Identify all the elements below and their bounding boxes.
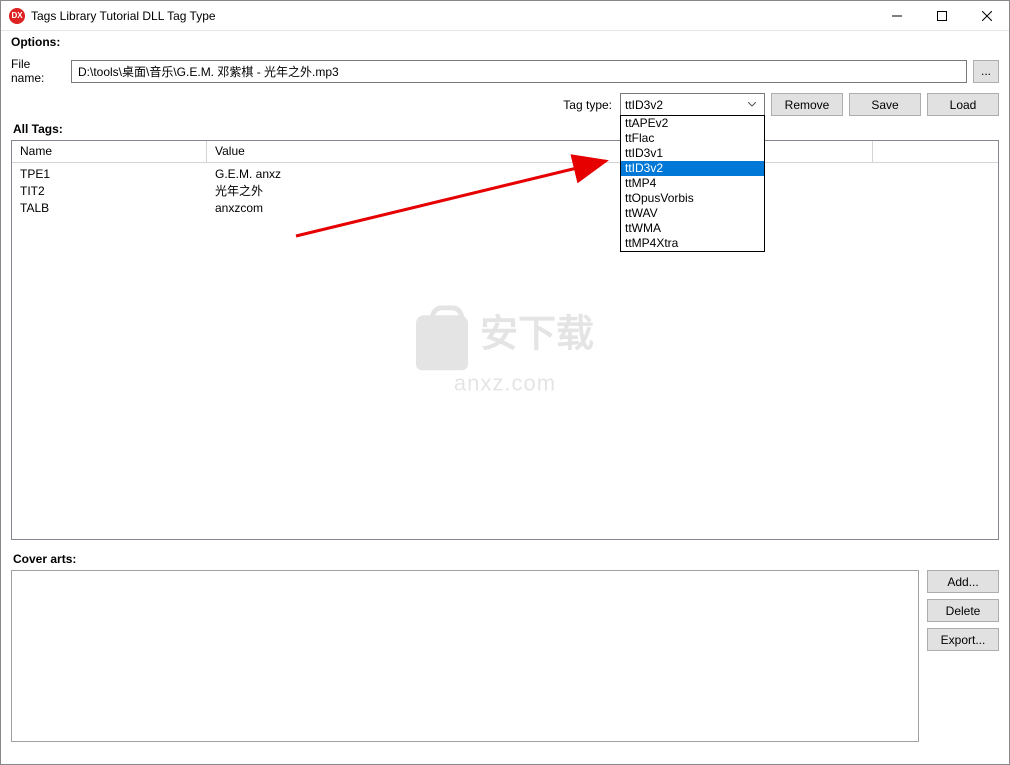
browse-button[interactable]: ... xyxy=(973,60,999,83)
save-button[interactable]: Save xyxy=(849,93,921,116)
add-cover-button[interactable]: Add... xyxy=(927,570,999,593)
table-row[interactable]: TIT2光年之外 xyxy=(12,182,998,199)
tags-body[interactable]: TPE1G.E.M. anxzTIT2光年之外TALBanxzcom xyxy=(12,163,998,218)
cell-value: G.E.M. anxz xyxy=(207,167,998,181)
column-value[interactable]: Value xyxy=(207,141,873,162)
maximize-button[interactable] xyxy=(919,1,964,30)
tags-header: Name Value xyxy=(12,141,998,163)
tag-type-select[interactable]: ttID3v2 xyxy=(620,93,765,116)
cell-name: TPE1 xyxy=(12,167,207,181)
dropdown-item[interactable]: ttWMA xyxy=(621,221,764,236)
dropdown-item[interactable]: ttMP4 xyxy=(621,176,764,191)
load-button[interactable]: Load xyxy=(927,93,999,116)
watermark: 安下载 anxz.com xyxy=(416,302,594,396)
options-heading: Options: xyxy=(11,35,999,49)
dropdown-item[interactable]: ttID3v1 xyxy=(621,146,764,161)
dropdown-item[interactable]: ttWAV xyxy=(621,206,764,221)
tags-panel: Name Value TPE1G.E.M. anxzTIT2光年之外TALBan… xyxy=(11,140,999,540)
tag-type-value: ttID3v2 xyxy=(625,98,663,112)
watermark-lock-icon xyxy=(416,316,468,371)
dropdown-item[interactable]: ttID3v2 xyxy=(621,161,764,176)
close-button[interactable] xyxy=(964,1,1009,30)
file-name-label: File name: xyxy=(11,57,71,85)
title-bar: DX Tags Library Tutorial DLL Tag Type xyxy=(1,1,1009,31)
dropdown-item[interactable]: ttFlac xyxy=(621,131,764,146)
export-cover-button[interactable]: Export... xyxy=(927,628,999,651)
window-buttons xyxy=(874,1,1009,30)
dropdown-item[interactable]: ttAPEv2 xyxy=(621,116,764,131)
column-blank xyxy=(873,141,998,162)
cell-value: anxzcom xyxy=(207,201,998,215)
table-row[interactable]: TPE1G.E.M. anxz xyxy=(12,165,998,182)
tag-type-label: Tag type: xyxy=(563,98,612,112)
cell-name: TALB xyxy=(12,201,207,215)
file-name-input[interactable] xyxy=(71,60,967,83)
dropdown-item[interactable]: ttOpusVorbis xyxy=(621,191,764,206)
window-title: Tags Library Tutorial DLL Tag Type xyxy=(31,9,874,23)
tag-type-dropdown[interactable]: ttAPEv2ttFlacttID3v1ttID3v2ttMP4ttOpusVo… xyxy=(620,115,765,252)
all-tags-heading: All Tags: xyxy=(13,122,999,136)
dropdown-item[interactable]: ttMP4Xtra xyxy=(621,236,764,251)
column-name[interactable]: Name xyxy=(12,141,207,162)
table-row[interactable]: TALBanxzcom xyxy=(12,199,998,216)
delete-cover-button[interactable]: Delete xyxy=(927,599,999,622)
cell-name: TIT2 xyxy=(12,184,207,198)
minimize-button[interactable] xyxy=(874,1,919,30)
remove-button[interactable]: Remove xyxy=(771,93,843,116)
cell-value: 光年之外 xyxy=(207,182,998,199)
app-icon: DX xyxy=(9,8,25,24)
cover-arts-heading: Cover arts: xyxy=(13,552,999,566)
chevron-down-icon xyxy=(744,102,760,107)
cover-arts-panel[interactable] xyxy=(11,570,919,742)
